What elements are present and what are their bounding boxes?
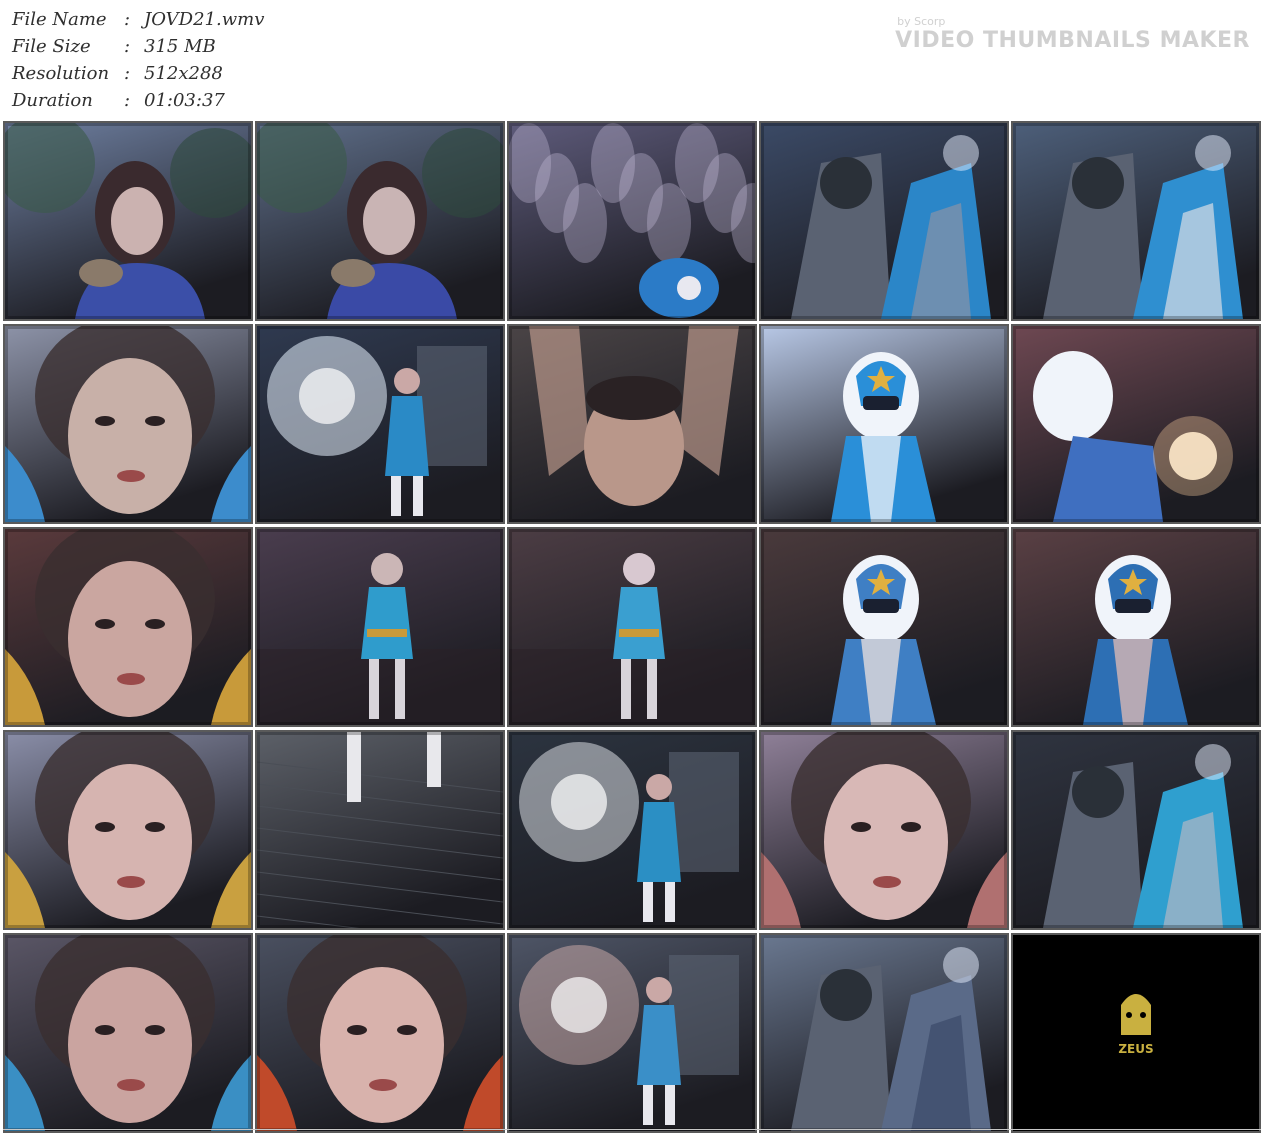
file-name-value: JOVD21.wmv (144, 9, 265, 30)
resolution-value: 512x288 (144, 63, 223, 84)
video-thumbnail-2 (255, 121, 505, 321)
frame-image (509, 529, 755, 725)
frame-image: ZEUS (1013, 935, 1259, 1131)
frame-image (509, 123, 755, 319)
file-size-row: File Size : 315 MB (12, 33, 264, 60)
video-thumbnail-13 (507, 527, 757, 727)
duration-value: 01:03:37 (144, 90, 225, 111)
file-size-value: 315 MB (144, 36, 216, 57)
frame-image (761, 326, 1007, 522)
video-thumbnail-6 (3, 324, 253, 524)
zeus-logo-text: ZEUS (1118, 1042, 1153, 1056)
thumbnail-grid: ZEUS (3, 121, 1261, 1133)
video-thumbnail-3 (507, 121, 757, 321)
frame-image (5, 935, 251, 1131)
video-thumbnail-24 (759, 933, 1009, 1133)
video-thumbnail-19 (759, 730, 1009, 930)
frame-image (761, 732, 1007, 928)
file-name-label: File Name (12, 9, 107, 30)
watermark-author: by Scorp (897, 15, 946, 28)
file-name-row: File Name : JOVD21.wmv (12, 6, 264, 33)
frame-image (761, 529, 1007, 725)
frame-image (761, 123, 1007, 319)
frame-image (257, 326, 503, 522)
frame-image (1013, 123, 1259, 319)
video-thumbnail-14 (759, 527, 1009, 727)
duration-row: Duration : 01:03:37 (12, 87, 264, 114)
video-thumbnail-20 (1011, 730, 1261, 930)
video-thumbnail-5 (1011, 121, 1261, 321)
video-thumbnail-12 (255, 527, 505, 727)
file-info-panel: File Name : JOVD21.wmv File Size : 315 M… (12, 6, 264, 114)
video-thumbnail-4 (759, 121, 1009, 321)
video-thumbnail-18 (507, 730, 757, 930)
frame-image (761, 935, 1007, 1131)
video-thumbnail-22 (255, 933, 505, 1133)
frame-image (1013, 732, 1259, 928)
file-size-label: File Size (12, 36, 91, 57)
frame-image (1013, 529, 1259, 725)
video-thumbnail-23 (507, 933, 757, 1133)
resolution-row: Resolution : 512x288 (12, 60, 264, 87)
footer-divider (3, 1129, 1261, 1130)
frame-image (5, 529, 251, 725)
duration-label: Duration (12, 90, 93, 111)
video-thumbnail-11 (3, 527, 253, 727)
video-thumbnail-25: ZEUS (1011, 933, 1261, 1133)
frame-image (509, 935, 755, 1131)
frame-image (257, 935, 503, 1131)
video-thumbnail-9 (759, 324, 1009, 524)
frame-image (509, 326, 755, 522)
frame-image (5, 123, 251, 319)
video-thumbnail-1 (3, 121, 253, 321)
video-thumbnail-7 (255, 324, 505, 524)
frame-image (257, 529, 503, 725)
frame-image (5, 326, 251, 522)
video-thumbnail-10 (1011, 324, 1261, 524)
watermark-title: VIDEO THUMBNAILS MAKER (895, 28, 1250, 53)
separator: : (124, 36, 131, 57)
separator: : (124, 9, 131, 30)
resolution-label: Resolution (12, 63, 110, 84)
separator: : (124, 63, 131, 84)
frame-image (1013, 326, 1259, 522)
frame-image (257, 123, 503, 319)
video-thumbnail-8 (507, 324, 757, 524)
watermark: by Scorp VIDEO THUMBNAILS MAKER (895, 16, 1250, 54)
frame-image (5, 732, 251, 928)
video-thumbnail-15 (1011, 527, 1261, 727)
video-thumbnail-16 (3, 730, 253, 930)
frame-image (509, 732, 755, 928)
frame-image (257, 732, 503, 928)
video-thumbnail-17 (255, 730, 505, 930)
separator: : (124, 90, 131, 111)
video-thumbnail-21 (3, 933, 253, 1133)
